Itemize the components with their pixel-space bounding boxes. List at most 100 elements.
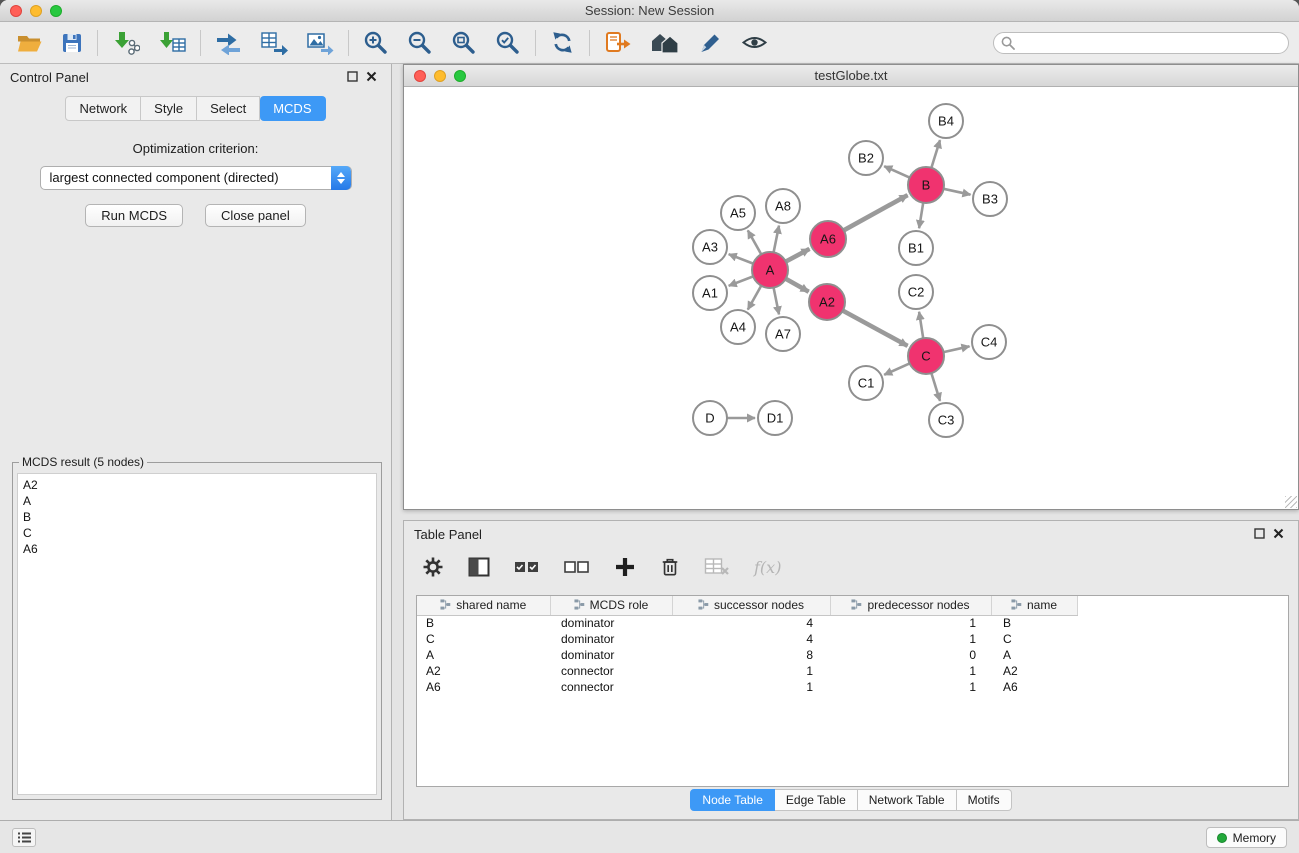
graph-node-A8[interactable]: A8 [766,189,800,223]
graph-edge-C-C1[interactable] [884,363,909,374]
add-column-button[interactable] [612,554,638,580]
graph-node-A7[interactable]: A7 [766,317,800,351]
graph-node-C2[interactable]: C2 [899,275,933,309]
show-hide-details-button[interactable] [739,31,770,54]
graph-node-B4[interactable]: B4 [929,104,963,138]
delete-column-button[interactable] [658,554,682,580]
open-document-button[interactable] [602,29,634,57]
annotation-pen-button[interactable] [696,29,725,57]
tab-node-table[interactable]: Node Table [690,789,775,811]
graph-edge-A-A8[interactable] [774,226,779,253]
tab-mcds[interactable]: MCDS [260,96,325,121]
graph-node-B3[interactable]: B3 [973,182,1007,216]
table-row[interactable]: Adominator80A [417,647,1077,663]
graph-edge-B-B4[interactable] [931,140,940,168]
graph-node-C3[interactable]: C3 [929,403,963,437]
export-network-button[interactable] [213,29,244,57]
graph-node-B1[interactable]: B1 [899,231,933,265]
graph-edge-A-A4[interactable] [748,286,761,310]
graph-node-C4[interactable]: C4 [972,325,1006,359]
graph-edge-B-B1[interactable] [919,203,923,228]
run-mcds-button[interactable]: Run MCDS [85,204,183,227]
table-row[interactable]: Bdominator41B [417,615,1077,631]
graph-node-A[interactable]: A [752,252,788,288]
delete-table-button[interactable] [702,555,732,579]
table-row[interactable]: A6connector11A6 [417,679,1077,695]
zoom-in-button[interactable] [361,28,391,58]
list-item[interactable]: C [23,525,371,541]
column-header-MCDS-role[interactable]: MCDS role [550,596,672,615]
import-network-button[interactable] [110,29,142,57]
column-header-shared-name[interactable]: shared name [417,596,550,615]
graph-edge-C-C3[interactable] [931,373,940,401]
network-canvas-svg[interactable]: B4 B2 B B3 B1 A5 A8 A6 A3 A A1 A2 C2 A4 A7 C4 C C1 C3 D D1 [404,88,1298,509]
graph-edge-A-A1[interactable] [729,276,754,285]
graph-node-A4[interactable]: A4 [721,310,755,344]
function-builder-button[interactable]: f(x) [752,556,783,579]
tab-motifs[interactable]: Motifs [957,789,1012,811]
graph-edge-C-C4[interactable] [944,346,970,352]
close-panel-action-button[interactable]: Close panel [205,204,306,227]
graph-node-C[interactable]: C [908,338,944,374]
memory-button[interactable]: Memory [1206,827,1287,848]
zoom-selected-button[interactable] [493,28,523,58]
deselect-all-button[interactable] [562,558,592,576]
export-image-button[interactable] [304,29,336,57]
table-row[interactable]: A2connector11A2 [417,663,1077,679]
graph-edge-A-A3[interactable] [729,254,754,263]
graph-node-A5[interactable]: A5 [721,196,755,230]
float-panel-button[interactable] [343,68,362,87]
list-item[interactable]: A6 [23,541,371,557]
tab-select[interactable]: Select [197,96,260,121]
home-button[interactable] [648,29,682,56]
graph-node-A2[interactable]: A2 [809,284,845,320]
graph-edge-A-A5[interactable] [748,230,761,254]
export-table-button[interactable] [258,29,290,57]
refresh-button[interactable] [548,28,577,57]
graph-edge-A-A2[interactable] [786,279,809,292]
network-canvas[interactable]: B4 B2 B B3 B1 A5 A8 A6 A3 A A1 A2 C2 A4 A7 C4 C C1 C3 D D1 [404,88,1298,509]
zoom-fit-button[interactable] [449,28,479,58]
graph-edge-C-C2[interactable] [919,312,923,338]
graph-edge-A6-B[interactable] [844,195,908,230]
graph-node-A6[interactable]: A6 [810,221,846,257]
column-header-successor-nodes[interactable]: successor nodes [672,596,830,615]
show-columns-button[interactable] [466,555,492,579]
list-item[interactable]: A [23,493,371,509]
tab-network-table[interactable]: Network Table [858,789,957,811]
graph-node-B[interactable]: B [908,167,944,203]
save-session-button[interactable] [59,30,85,56]
close-table-panel-button[interactable] [1269,525,1288,544]
column-header-predecessor-nodes[interactable]: predecessor nodes [830,596,991,615]
graph-node-B2[interactable]: B2 [849,141,883,175]
graph-node-C1[interactable]: C1 [849,366,883,400]
graph-edge-A-A7[interactable] [774,288,779,315]
graph-node-D1[interactable]: D1 [758,401,792,435]
search-input[interactable] [1015,36,1288,51]
graph-edge-A2-C[interactable] [843,311,908,346]
graph-node-D[interactable]: D [693,401,727,435]
list-item[interactable]: B [23,509,371,525]
open-session-button[interactable] [14,30,45,56]
graph-node-A3[interactable]: A3 [693,230,727,264]
graph-node-A1[interactable]: A1 [693,276,727,310]
resize-handle[interactable] [1285,496,1297,508]
tab-edge-table[interactable]: Edge Table [775,789,858,811]
table-settings-button[interactable] [420,554,446,580]
graph-edge-B-B3[interactable] [944,189,971,195]
optimization-criterion-select[interactable]: largest connected component (directed) [40,166,352,190]
tab-style[interactable]: Style [141,96,197,121]
graph-edge-B-B2[interactable] [884,166,909,177]
select-all-button[interactable] [512,558,542,576]
close-panel-button[interactable] [362,68,381,87]
list-item[interactable]: A2 [23,477,371,493]
task-history-button[interactable] [12,828,36,847]
float-table-panel-button[interactable] [1250,525,1269,544]
zoom-out-button[interactable] [405,28,435,58]
import-table-button[interactable] [156,29,188,57]
graph-edge-A-A6[interactable] [786,249,810,262]
tab-network[interactable]: Network [65,96,141,121]
mcds-result-list[interactable]: A2ABCA6 [17,473,377,795]
column-header-name[interactable]: name [991,596,1077,615]
table-row[interactable]: Cdominator41C [417,631,1077,647]
